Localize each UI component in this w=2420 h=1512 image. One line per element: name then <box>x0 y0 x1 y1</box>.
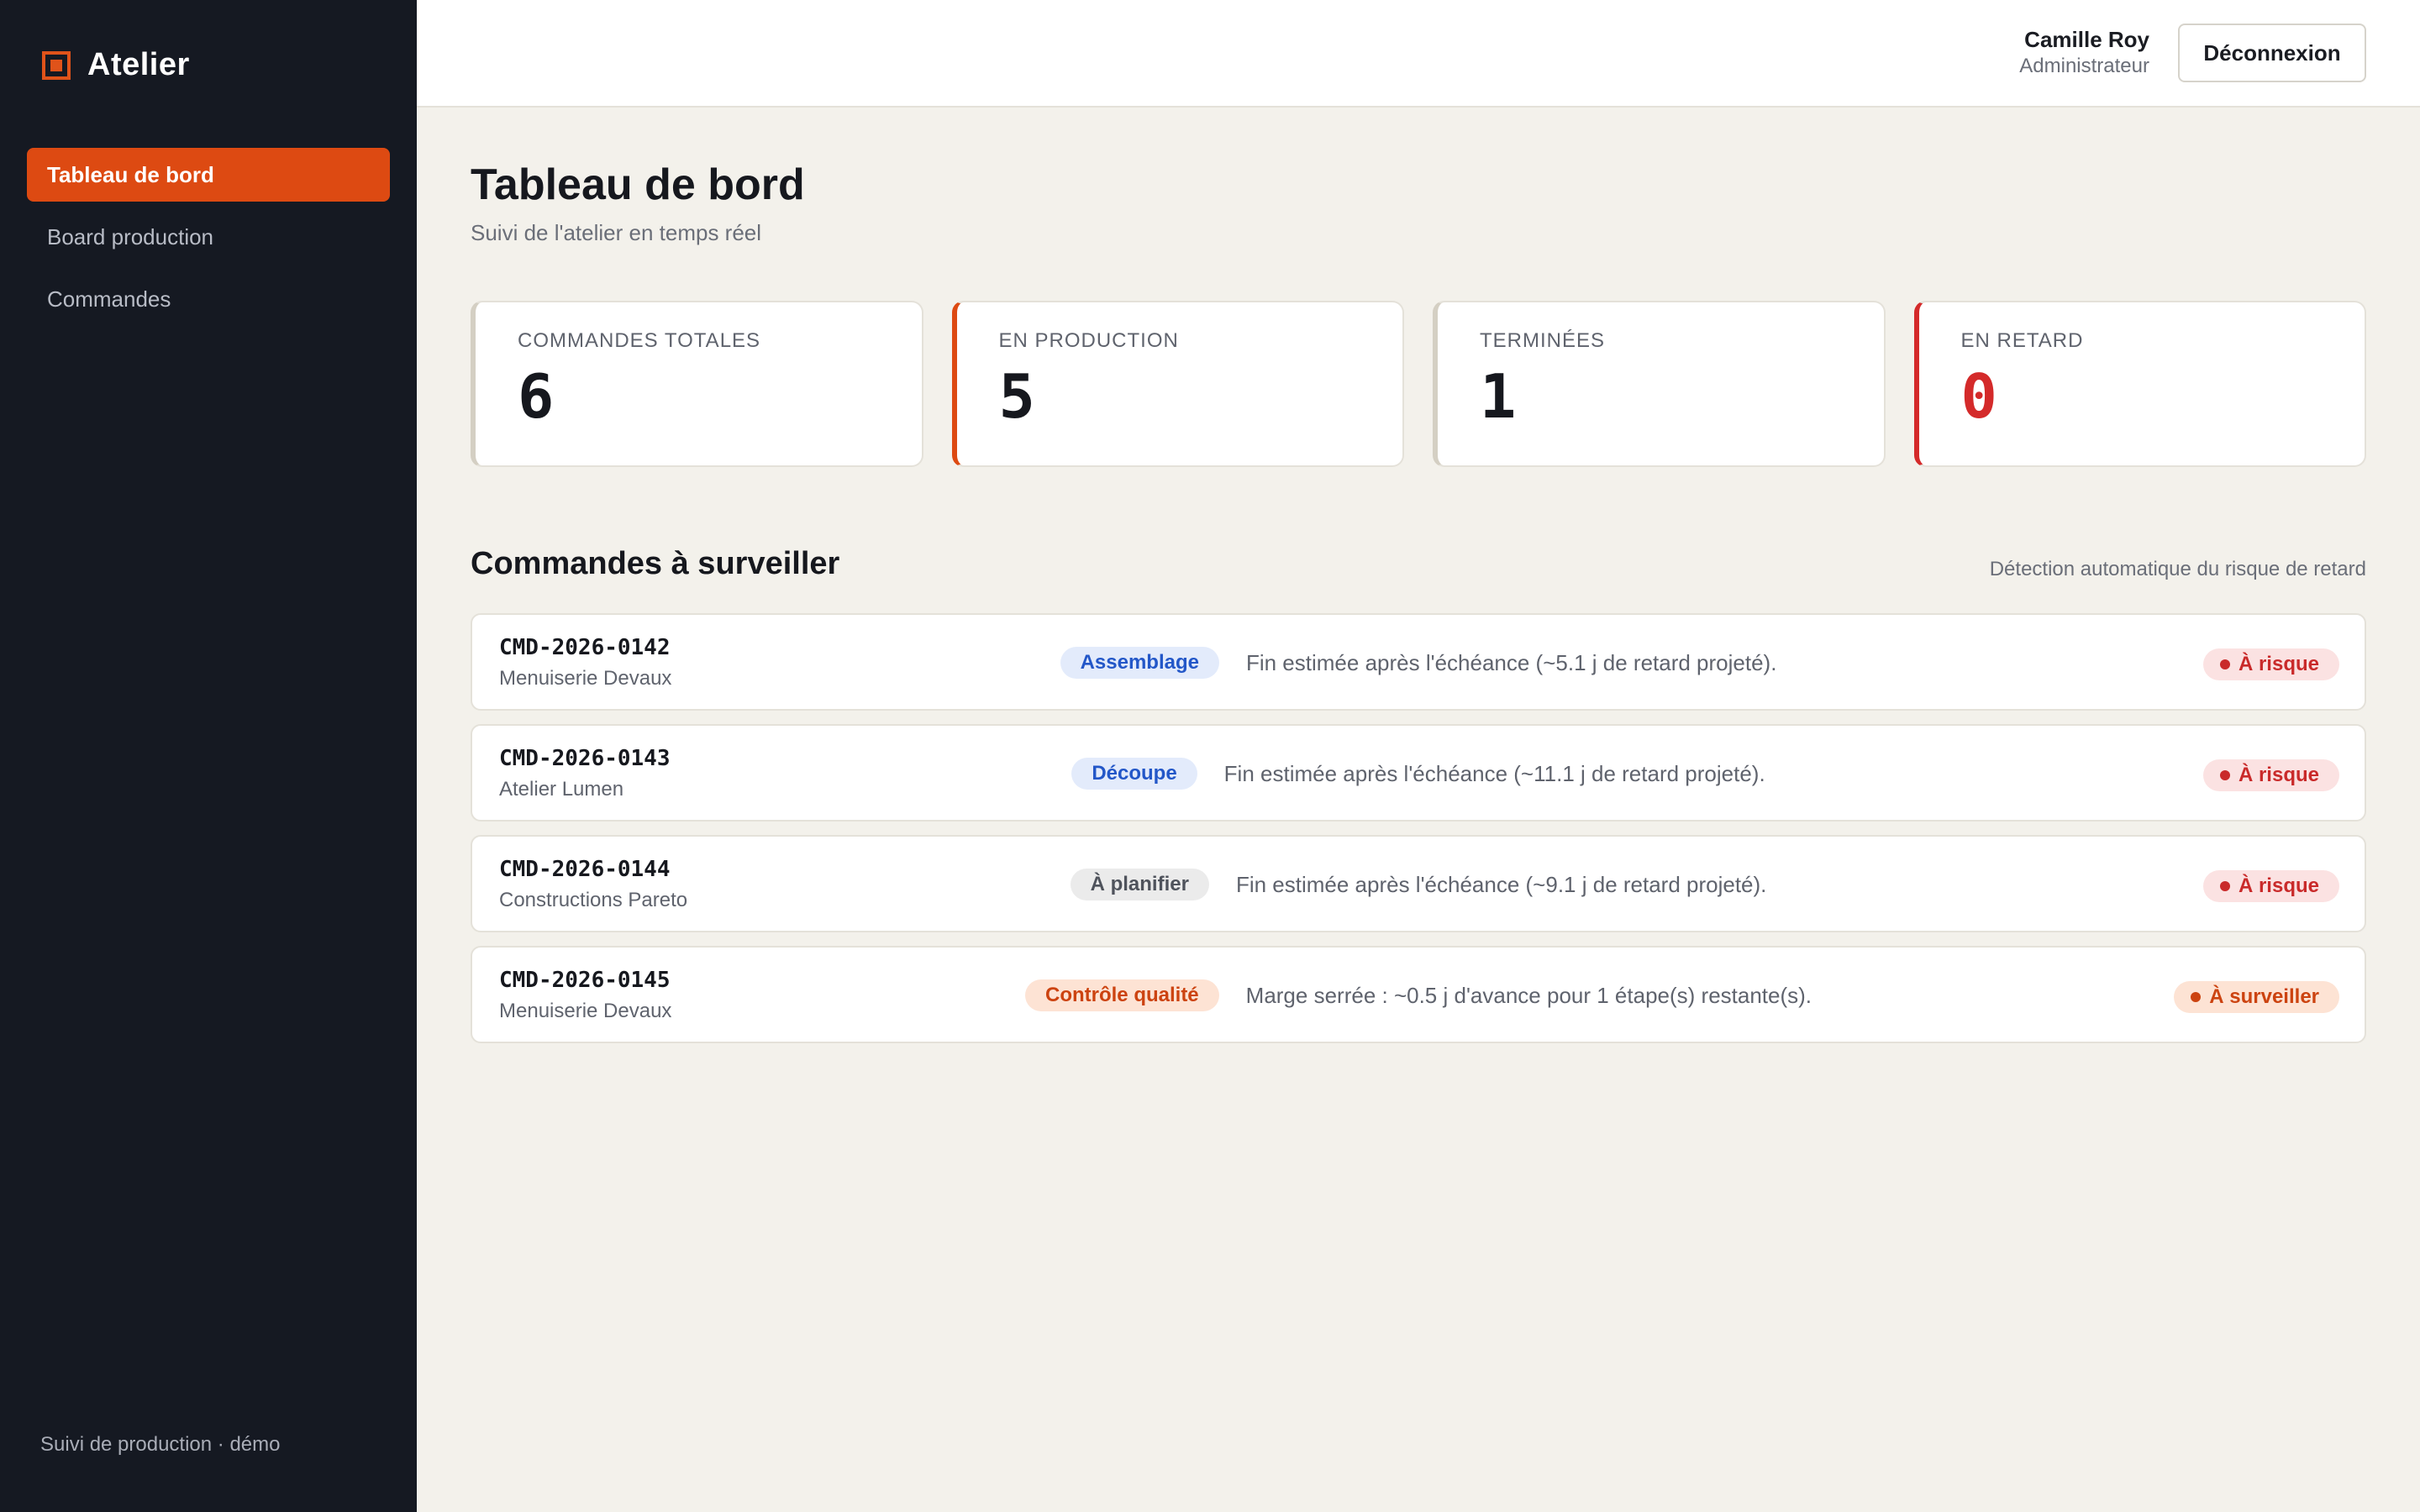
sidebar-footer: Suivi de production · démo <box>40 1433 281 1456</box>
risk-label: À risque <box>2238 874 2319 897</box>
stat-label: EN RETARD <box>1960 329 2084 352</box>
stat-card-en-production: EN PRODUCTION 5 <box>951 301 1404 467</box>
status-dot-icon <box>2219 770 2230 780</box>
sidebar-item-board-production[interactable]: Board production <box>27 210 390 264</box>
stat-label: TERMINÉES <box>1480 329 1606 352</box>
stat-label: EN PRODUCTION <box>998 329 1179 352</box>
status-dot-icon <box>2219 881 2230 891</box>
page-subtitle: Suivi de l'atelier en temps réel <box>471 220 762 245</box>
stat-label: COMMANDES TOTALES <box>518 329 761 352</box>
stage-badge: Assemblage <box>1060 647 1219 679</box>
order-row[interactable]: CMD-2026-0145 Menuiserie Devaux Contrôle… <box>471 946 2366 1043</box>
risk-label: À risque <box>2238 764 2319 786</box>
orders-list: CMD-2026-0142 Menuiserie Devaux Assembla… <box>471 613 2366 1057</box>
order-row[interactable]: CMD-2026-0142 Menuiserie Devaux Assembla… <box>471 613 2366 711</box>
order-note: Fin estimée après l'échéance (~5.1 j de … <box>1245 649 1777 675</box>
status-dot-icon <box>2191 992 2202 1002</box>
stat-card-total: COMMANDES TOTALES 6 <box>471 301 923 467</box>
section-hint: Détection automatique du risque de retar… <box>1989 558 2366 580</box>
stat-value: 6 <box>518 361 555 432</box>
order-row[interactable]: CMD-2026-0143 Atelier Lumen Découpe Fin … <box>471 724 2366 822</box>
risk-badge: À risque <box>2202 870 2339 902</box>
order-details: Contrôle qualité Marge serrée : ~0.5 j d… <box>472 979 2365 1011</box>
risk-badge: À risque <box>2202 759 2339 791</box>
sidebar-nav: Tableau de bord Board production Command… <box>27 148 390 334</box>
order-row[interactable]: CMD-2026-0144 Constructions Pareto À pla… <box>471 835 2366 932</box>
stage-badge: Contrôle qualité <box>1024 979 1219 1011</box>
atelier-logo-icon <box>42 50 71 80</box>
stat-card-terminees: TERMINÉES 1 <box>1433 301 1886 467</box>
order-details: Assemblage Fin estimée après l'échéance … <box>472 647 2365 679</box>
brand[interactable]: Atelier <box>42 47 190 83</box>
sidebar-item-tableau-de-bord[interactable]: Tableau de bord <box>27 148 390 202</box>
sidebar-item-commandes[interactable]: Commandes <box>27 272 390 326</box>
topbar: Camille Roy Administrateur Déconnexion <box>417 0 2420 108</box>
stat-card-en-retard: EN RETARD 0 <box>1913 301 2366 467</box>
stage-badge: Découpe <box>1071 758 1197 790</box>
order-details: À planifier Fin estimée après l'échéance… <box>472 869 2365 900</box>
risk-label: À surveiller <box>2209 985 2319 1008</box>
order-note: Fin estimée après l'échéance (~9.1 j de … <box>1235 871 1767 897</box>
order-details: Découpe Fin estimée après l'échéance (~1… <box>472 758 2365 790</box>
stats-row: COMMANDES TOTALES 6 EN PRODUCTION 5 TERM… <box>471 301 2366 467</box>
brand-name: Atelier <box>87 47 190 82</box>
logout-button[interactable]: Déconnexion <box>2178 24 2366 82</box>
stat-value: 5 <box>998 361 1035 432</box>
user-info: Camille Roy Administrateur <box>2019 27 2149 78</box>
stat-value: 1 <box>1480 361 1517 432</box>
page-title: Tableau de bord <box>471 160 805 209</box>
risk-badge: À surveiller <box>2174 981 2339 1013</box>
order-note: Fin estimée après l'échéance (~11.1 j de… <box>1223 760 1765 786</box>
stage-badge: À planifier <box>1070 869 1209 900</box>
status-dot-icon <box>2219 659 2230 669</box>
section-title: Commandes à surveiller <box>471 546 840 581</box>
risk-label: À risque <box>2238 653 2319 675</box>
stat-value: 0 <box>1960 361 1997 432</box>
sidebar: Atelier Tableau de bord Board production… <box>0 0 417 1512</box>
user-name: Camille Roy <box>2024 27 2149 52</box>
order-note: Marge serrée : ~0.5 j d'avance pour 1 ét… <box>1245 982 1812 1008</box>
user-role: Administrateur <box>2019 55 2149 77</box>
risk-badge: À risque <box>2202 648 2339 680</box>
